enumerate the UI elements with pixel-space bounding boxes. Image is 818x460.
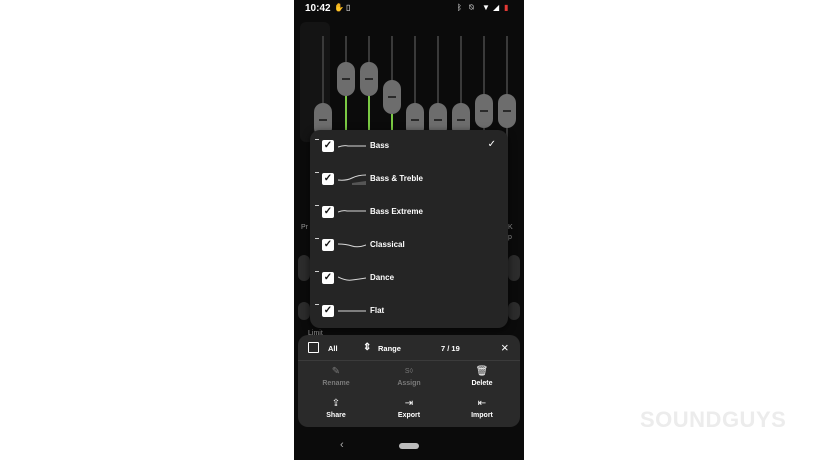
background-label-right-top: K bbox=[508, 224, 513, 231]
selected-check-icon: ✓ bbox=[487, 139, 496, 150]
delete-label: Delete bbox=[471, 380, 493, 387]
wifi-icon: ▼ bbox=[482, 3, 490, 12]
export-button[interactable]: ⇥ Export bbox=[374, 397, 444, 425]
assign-label: Assign bbox=[397, 380, 421, 387]
bluetooth-icon: ᛒ bbox=[457, 3, 462, 12]
checkbox-icon[interactable]: ✓ bbox=[322, 206, 334, 218]
import-icon: ⇤ bbox=[477, 398, 487, 409]
range-icon[interactable]: ⇕ bbox=[363, 342, 371, 353]
share-button[interactable]: ⇪ Share bbox=[301, 397, 371, 425]
assign-icon: S◊ bbox=[404, 368, 414, 375]
eq-band-knob[interactable] bbox=[383, 80, 401, 115]
eq-curve-icon bbox=[338, 276, 366, 281]
preset-label: Bass Extreme bbox=[370, 207, 423, 216]
share-label: Share bbox=[326, 412, 346, 419]
background-control-right bbox=[508, 255, 520, 281]
import-button[interactable]: ⇤ Import bbox=[447, 397, 517, 425]
item-dash bbox=[315, 304, 319, 305]
item-dash bbox=[315, 205, 319, 206]
presets-menu: ✓ Bass ✓ ✓ Bass & Treble ✓ Bass Extreme … bbox=[310, 130, 508, 328]
preset-label: Bass & Treble bbox=[370, 174, 423, 183]
checkbox-icon[interactable]: ✓ bbox=[322, 272, 334, 284]
assign-button[interactable]: S◊ Assign bbox=[374, 365, 444, 393]
home-pill[interactable] bbox=[399, 443, 419, 449]
preset-item-dance[interactable]: ✓ Dance bbox=[310, 262, 508, 295]
background-button-left bbox=[298, 302, 310, 320]
item-dash bbox=[315, 238, 319, 239]
rename-button[interactable]: ✎ Rename bbox=[301, 365, 371, 393]
hand-icon: ✋ bbox=[334, 3, 344, 12]
eq-curve-icon bbox=[338, 210, 366, 213]
preset-item-bass-treble[interactable]: ✓ Bass & Treble bbox=[310, 163, 508, 196]
preset-label: Flat bbox=[370, 306, 385, 315]
eq-curve-icon bbox=[338, 243, 366, 248]
background-label-right-bottom: p bbox=[508, 234, 512, 241]
eq-band-knob[interactable] bbox=[475, 94, 493, 128]
share-icon: ⇪ bbox=[331, 398, 341, 409]
sim-icon: ▯ bbox=[346, 3, 351, 12]
eq-curve-icon bbox=[338, 310, 366, 312]
preset-item-classical[interactable]: ✓ Classical bbox=[310, 229, 508, 262]
item-dash bbox=[315, 271, 319, 272]
select-all-checkbox[interactable] bbox=[308, 342, 319, 353]
export-icon: ⇥ bbox=[404, 398, 414, 409]
checkbox-icon[interactable]: ✓ bbox=[322, 173, 334, 185]
rename-label: Rename bbox=[322, 380, 350, 387]
import-label: Import bbox=[471, 412, 493, 419]
preset-item-bass-extreme[interactable]: ✓ Bass Extreme bbox=[310, 196, 508, 229]
signal-icon: ◢ bbox=[493, 3, 500, 12]
selection-count: 7 / 19 bbox=[441, 344, 460, 353]
preset-label: Bass bbox=[370, 141, 390, 150]
item-dash bbox=[315, 172, 319, 173]
eq-curve-icon bbox=[338, 145, 366, 148]
export-label: Export bbox=[397, 412, 421, 419]
edit-icon: ✎ bbox=[331, 366, 341, 377]
background-button-right bbox=[508, 302, 520, 320]
preset-item-bass[interactable]: ✓ Bass ✓ bbox=[310, 130, 508, 163]
battery-low-icon: ▮ bbox=[504, 3, 509, 12]
select-all-label[interactable]: All bbox=[328, 344, 338, 353]
status-time: 10:42 bbox=[305, 3, 331, 14]
checkbox-icon[interactable]: ✓ bbox=[322, 140, 334, 152]
watermark: SOUNDGUYS bbox=[640, 407, 787, 432]
preset-item-flat[interactable]: ✓ Flat bbox=[310, 295, 508, 328]
preset-label: Dance bbox=[370, 273, 395, 282]
delete-button[interactable]: 🗑 Delete bbox=[447, 365, 517, 393]
eq-band-knob[interactable] bbox=[498, 94, 516, 128]
background-label-left: Pr bbox=[301, 224, 308, 231]
eq-curve-icon bbox=[338, 174, 366, 185]
back-icon[interactable]: ‹ bbox=[340, 439, 344, 451]
trash-icon: 🗑 bbox=[475, 366, 489, 377]
mute-icon: ⍉ bbox=[469, 3, 474, 12]
preset-label: Classical bbox=[370, 240, 405, 249]
close-icon[interactable]: × bbox=[501, 340, 509, 355]
eq-band-knob[interactable] bbox=[360, 61, 378, 96]
checkbox-icon[interactable]: ✓ bbox=[322, 305, 334, 317]
background-control-left bbox=[298, 255, 310, 281]
navigation-bar: ‹ bbox=[294, 430, 524, 460]
item-dash bbox=[315, 139, 319, 140]
checkbox-icon[interactable]: ✓ bbox=[322, 239, 334, 251]
range-label[interactable]: Range bbox=[378, 344, 401, 353]
selection-panel: All ⇕ Range 7 / 19 × ✎ Rename S◊ Assign … bbox=[298, 335, 520, 427]
selection-toolbar: All ⇕ Range 7 / 19 × bbox=[298, 335, 520, 361]
eq-band-knob[interactable] bbox=[337, 61, 355, 96]
phone-screen: 10:42 ✋ ▯ ᛒ ⍉ ▼ ◢ ▮ Pr K p Limit ✓ Bass … bbox=[294, 0, 524, 460]
status-bar: 10:42 ✋ ▯ ᛒ ⍉ ▼ ◢ ▮ bbox=[294, 0, 524, 18]
